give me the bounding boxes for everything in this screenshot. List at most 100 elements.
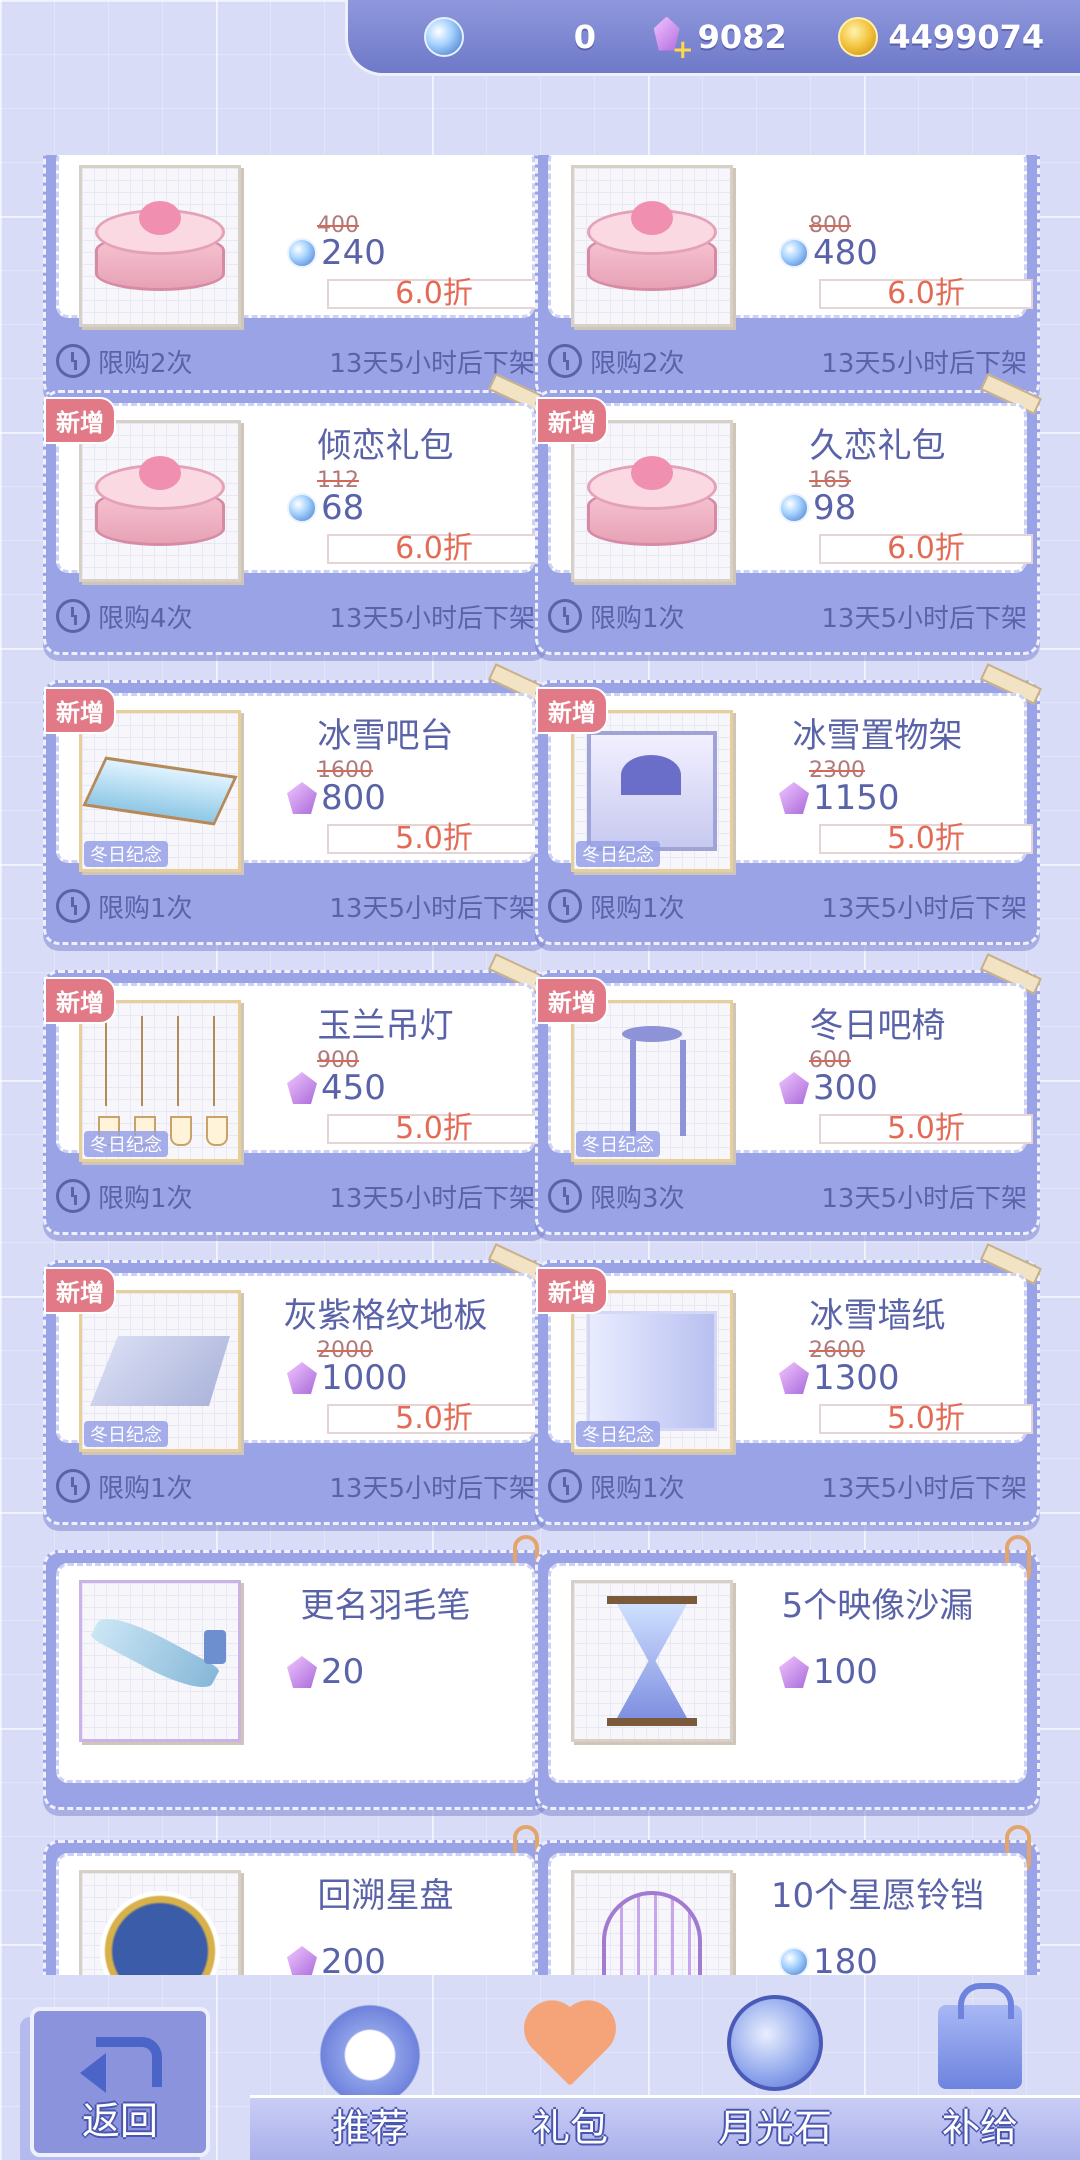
item-thumbnail [79,420,241,582]
discount-label: 5.0折 [819,1404,1033,1434]
item-footer: 限购3次 13天5小时后下架 [548,1168,1027,1224]
remove-countdown: 13天5小时后下架 [821,348,1027,379]
limit-text: 限购1次 [590,893,685,924]
gift-box-icon [587,456,717,546]
winter-tag: 冬日纪念 [576,841,660,867]
back-button[interactable]: 返回 [30,2007,210,2157]
item-thumbnail: 冬日纪念 [79,1290,241,1452]
purchase-limit: 限购2次 [56,343,193,380]
shop-item-card[interactable]: 回溯星盘 200 [43,1825,548,1975]
bar-counter-icon [82,756,238,826]
pendant-lamp-icon [98,1016,228,1146]
shop-item-card[interactable]: 冬日纪念 冰雪置物架 2300 1150 5.0折 新增 限购1次 13天5小时… [535,680,1040,945]
shop-item-card[interactable]: 久恋礼包 165 98 6.0折 新增 限购1次 13天5小时后下架 [535,390,1040,655]
limit-text: 限购2次 [98,348,193,379]
tab-label: 礼包 [531,2106,608,2150]
tab-label: 月光石 [717,2106,832,2150]
limit-text: 限购1次 [98,1183,193,1214]
price-value: 1000 [321,1358,408,1398]
back-arrow-icon [80,2027,162,2087]
price-value: 100 [813,1652,878,1692]
item-panel: 冬日纪念 冰雪墙纸 2600 1300 5.0折 [548,1273,1033,1452]
shop-item-card[interactable]: 冬日纪念 玉兰吊灯 900 450 5.0折 新增 限购1次 13天5小时后下架 [43,970,548,1235]
clock-icon [56,344,90,378]
tab-gift-pack[interactable]: 礼包 [480,1975,660,2160]
crystal-icon [287,1362,317,1394]
item-panel: 冬日纪念 冰雪置物架 2300 1150 5.0折 [548,693,1033,872]
item-panel: 更名羽毛笔 20 [56,1563,535,1783]
item-name: 更名羽毛笔 [300,1586,471,1626]
shop-item-card[interactable]: 冬日纪念 冰雪吧台 1600 800 5.0折 新增 限购1次 13天5小时后下… [43,680,548,945]
shop-item-card[interactable]: 800 480 6.0折 限购2次 13天5小时后下架 [535,155,1040,400]
limit-text: 限购3次 [590,1183,685,1214]
purchase-limit: 限购1次 [548,888,685,925]
item-panel: 800 480 6.0折 [548,155,1033,327]
winter-tag: 冬日纪念 [576,1421,660,1447]
coin-balance[interactable]: 4499074 [838,16,1044,57]
new-badge: 新增 [536,977,608,1024]
item-price: 1300 [779,1358,900,1398]
diamond-count: 0 [573,17,597,56]
tab-recommend[interactable]: 推荐 [280,1975,460,2160]
item-thumbnail [79,1580,241,1742]
item-name: 冰雪吧台 [317,716,454,756]
shop-item-card[interactable]: 10个星愿铃铛 180 [535,1825,1040,1975]
item-thumbnail: 冬日纪念 [79,710,241,872]
diamond-balance[interactable]: 0 [423,16,597,57]
crystal-plus-icon[interactable] [648,15,694,65]
diamond-icon [779,493,809,523]
bottom-nav: 返回 推荐 礼包 月光石 补给 [0,1975,1080,2160]
diamond-icon [287,238,317,268]
new-badge: 新增 [44,977,116,1024]
purchase-limit: 限购3次 [548,1178,685,1215]
item-price: 1150 [779,778,900,818]
item-thumbnail [79,165,241,327]
remove-countdown: 13天5小时后下架 [821,893,1027,924]
bar-stool-icon [622,1026,686,1136]
shop-item-card[interactable]: 冬日纪念 冰雪墙纸 2600 1300 5.0折 新增 限购1次 13天5小时后… [535,1260,1040,1525]
new-badge: 新增 [536,1267,608,1314]
quill-pen-icon [90,1616,230,1706]
item-thumbnail [571,420,733,582]
purchase-limit: 限购2次 [548,343,685,380]
item-price: 200 [287,1942,386,1975]
item-thumbnail [79,1870,241,1975]
price-value: 300 [813,1068,878,1108]
shop-item-card[interactable]: 冬日纪念 冬日吧椅 600 300 5.0折 新增 限购3次 13天5小时后下架 [535,970,1040,1235]
item-thumbnail: 冬日纪念 [571,1000,733,1162]
shop-item-card[interactable]: 5个映像沙漏 100 [535,1535,1040,1810]
price-value: 240 [321,233,386,273]
diamond-icon [779,238,809,268]
item-price: 20 [287,1652,364,1692]
tab-supply[interactable]: 补给 [890,1975,1070,2160]
item-panel: 10个星愿铃铛 180 [548,1853,1027,1975]
gift-box-icon [587,201,717,291]
remove-countdown: 13天5小时后下架 [821,1183,1027,1214]
crystal-balance[interactable]: 9082 [648,15,787,65]
item-name: 久恋礼包 [809,426,946,466]
remove-countdown: 13天5小时后下架 [329,603,535,634]
item-panel: 冬日纪念 玉兰吊灯 900 450 5.0折 [56,983,541,1162]
item-panel: 倾恋礼包 112 68 6.0折 [56,403,541,582]
new-badge: 新增 [44,1267,116,1314]
item-footer: 限购1次 13天5小时后下架 [548,588,1027,644]
remove-countdown: 13天5小时后下架 [821,1473,1027,1504]
discount-label: 6.0折 [819,534,1033,564]
item-price: 100 [779,1652,878,1692]
item-thumbnail [571,165,733,327]
item-thumbnail: 冬日纪念 [79,1000,241,1162]
shop-item-card[interactable]: 400 240 6.0折 限购2次 13天5小时后下架 [43,155,548,400]
item-name: 倾恋礼包 [317,426,454,466]
price-value: 200 [321,1942,386,1975]
item-price: 240 [287,233,386,273]
shop-item-card[interactable]: 冬日纪念 灰紫格纹地板 2000 1000 5.0折 新增 限购1次 13天5小… [43,1260,548,1525]
shop-item-card[interactable]: 倾恋礼包 112 68 6.0折 新增 限购4次 13天5小时后下架 [43,390,548,655]
remove-countdown: 13天5小时后下架 [329,348,535,379]
item-thumbnail [571,1580,733,1742]
tab-moonstone[interactable]: 月光石 [685,1975,865,2160]
item-name: 玉兰吊灯 [317,1006,454,1046]
item-name: 回溯星盘 [317,1876,454,1916]
clock-icon [56,599,90,633]
winter-tag: 冬日纪念 [576,1131,660,1157]
shop-item-card[interactable]: 更名羽毛笔 20 [43,1535,548,1810]
